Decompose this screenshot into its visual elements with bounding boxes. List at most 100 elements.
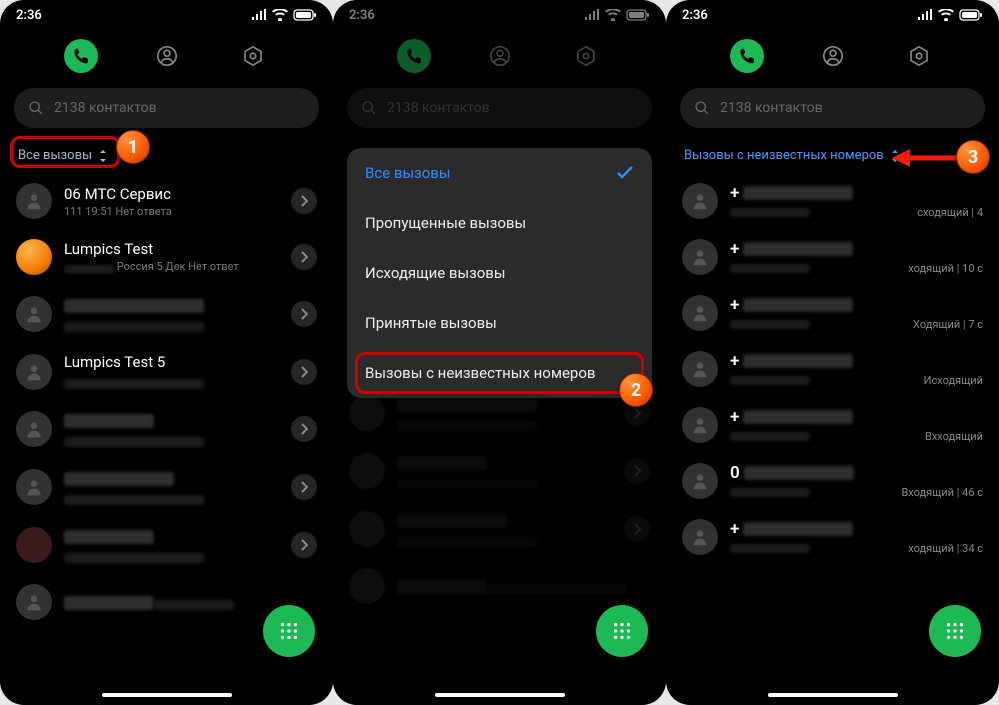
call-body: + Вхходящий [730, 407, 983, 443]
search-bar[interactable]: 2138 контактов [680, 88, 985, 128]
annotation-bubble-3: 3 [956, 140, 990, 174]
list-item[interactable]: 06 МТС Сервис 111 19:51 Нет ответа [10, 173, 323, 229]
list-item[interactable]: Lumpics Test 5 [10, 343, 323, 400]
search-icon [28, 100, 44, 116]
phone-screen-3: 2:36 2138 контактов Вызовы с неизвестных… [666, 0, 999, 705]
call-body: + cходящий | 4 [730, 183, 983, 219]
call-body: + ходящий | 34 c [730, 519, 983, 555]
call-sub: cходящий | 4 [917, 206, 983, 219]
call-body: + Исходящий [730, 351, 983, 387]
annotation-bubble-1: 1 [116, 130, 150, 164]
dialpad-icon [611, 620, 633, 642]
home-indicator[interactable] [768, 693, 898, 697]
list-item[interactable] [10, 458, 323, 516]
call-sub: Исходящий [924, 374, 983, 387]
list-item[interactable] [10, 400, 323, 458]
dropdown-item-outgoing[interactable]: Исходящие вызовы [347, 248, 652, 298]
annotation-bubble-2: 2 [619, 373, 653, 407]
detail-button[interactable] [291, 188, 317, 214]
call-sub: 111 19:51 Нет ответа [64, 205, 279, 218]
detail-button[interactable] [291, 301, 317, 327]
list-item[interactable]: + cходящий | 4 [676, 173, 989, 229]
detail-button[interactable] [291, 474, 317, 500]
avatar [682, 463, 718, 499]
avatar [16, 354, 52, 390]
avatar [16, 296, 52, 332]
search-placeholder: 2138 контактов [54, 100, 157, 116]
list-item[interactable]: Lumpics Test Россия 5 Дек Нет ответ [10, 229, 323, 285]
filter-row: Все вызовы [0, 134, 333, 173]
search-icon [694, 100, 710, 116]
check-icon [616, 166, 634, 180]
top-tabs [666, 30, 999, 82]
list-item[interactable]: + ходящий | 34 c [676, 509, 989, 565]
call-list[interactable]: 06 МТС Сервис 111 19:51 Нет ответа Lumpi… [0, 173, 333, 630]
filter-dropdown-button[interactable]: Все вызовы [18, 148, 108, 163]
avatar [682, 351, 718, 387]
status-icons [251, 9, 317, 21]
dropdown-item-missed[interactable]: Пропущенные вызовы [347, 198, 652, 248]
phone-screen-2: 2:36 2138 контактов Все вызовы Пропущенн… [333, 0, 666, 705]
call-sub: Россия 5 Дек Нет ответ [64, 260, 279, 274]
avatar [16, 239, 52, 275]
avatar [682, 295, 718, 331]
dropdown-item-all[interactable]: Все вызовы [347, 148, 652, 198]
call-body: 06 МТС Сервис 111 19:51 Нет ответа [64, 185, 279, 218]
filter-dropdown-button[interactable]: Вызовы с неизвестных номеров [684, 148, 900, 163]
detail-button[interactable] [291, 416, 317, 442]
avatar [16, 411, 52, 447]
list-item[interactable]: + ходящий | 10 c [676, 229, 989, 285]
call-name: 06 МТС Сервис [64, 185, 279, 203]
search-bar[interactable]: 2138 контактов [14, 88, 319, 128]
call-body: Lumpics Test Россия 5 Дек Нет ответ [64, 240, 279, 274]
status-time: 2:36 [682, 8, 708, 23]
dropdown-item-incoming[interactable]: Принятые вызовы [347, 298, 652, 348]
list-item[interactable] [10, 285, 323, 343]
top-tabs [0, 30, 333, 82]
dialpad-icon [278, 620, 300, 642]
avatar [682, 183, 718, 219]
list-item[interactable]: + Ходящий | 7 c [676, 285, 989, 341]
home-indicator[interactable] [435, 693, 565, 697]
call-sub: Входящий | 46 c [901, 486, 983, 499]
avatar [682, 239, 718, 275]
filter-dropdown: Все вызовы Пропущенные вызовы Исходящие … [347, 148, 652, 398]
call-sub: ходящий | 10 c [908, 262, 983, 275]
tab-settings[interactable] [902, 39, 936, 73]
phone-screen-1: 2:36 2138 контактов Все вызовы [0, 0, 333, 705]
status-bar: 2:36 [0, 0, 333, 30]
detail-button[interactable] [291, 244, 317, 270]
status-bar: 2:36 [666, 0, 999, 30]
detail-button[interactable] [291, 359, 317, 385]
search-placeholder: 2138 контактов [720, 100, 823, 116]
call-list[interactable]: + cходящий | 4 + ходящий | 10 c + Ходящи… [666, 173, 999, 565]
annotation-arrow [892, 146, 962, 170]
tab-settings[interactable] [236, 39, 270, 73]
list-item[interactable]: + Исходящий [676, 341, 989, 397]
call-sub: Вхходящий [925, 430, 983, 443]
list-item[interactable]: + Вхходящий [676, 397, 989, 453]
avatar [682, 407, 718, 443]
call-sub: Ходящий | 7 c [913, 318, 983, 331]
status-icons [917, 9, 983, 21]
call-body: + Ходящий | 7 c [730, 295, 983, 331]
detail-button[interactable] [291, 532, 317, 558]
dialpad-fab[interactable] [596, 605, 648, 657]
filter-label: Вызовы с неизвестных номеров [684, 148, 884, 163]
call-sub: ходящий | 34 c [908, 542, 983, 555]
home-indicator[interactable] [102, 693, 232, 697]
dialpad-fab[interactable] [263, 605, 315, 657]
tab-calls[interactable] [64, 39, 98, 73]
list-item[interactable] [10, 516, 323, 574]
tab-contacts[interactable] [150, 39, 184, 73]
dropdown-item-unknown[interactable]: Вызовы с неизвестных номеров [347, 348, 652, 398]
tab-calls[interactable] [730, 39, 764, 73]
list-item[interactable]: 0 Входящий | 46 c [676, 453, 989, 509]
avatar [682, 519, 718, 555]
tab-contacts[interactable] [816, 39, 850, 73]
chevron-updown-icon [98, 150, 108, 162]
dialpad-icon [944, 620, 966, 642]
call-body: + ходящий | 10 c [730, 239, 983, 275]
dialpad-fab[interactable] [929, 605, 981, 657]
avatar [16, 183, 52, 219]
